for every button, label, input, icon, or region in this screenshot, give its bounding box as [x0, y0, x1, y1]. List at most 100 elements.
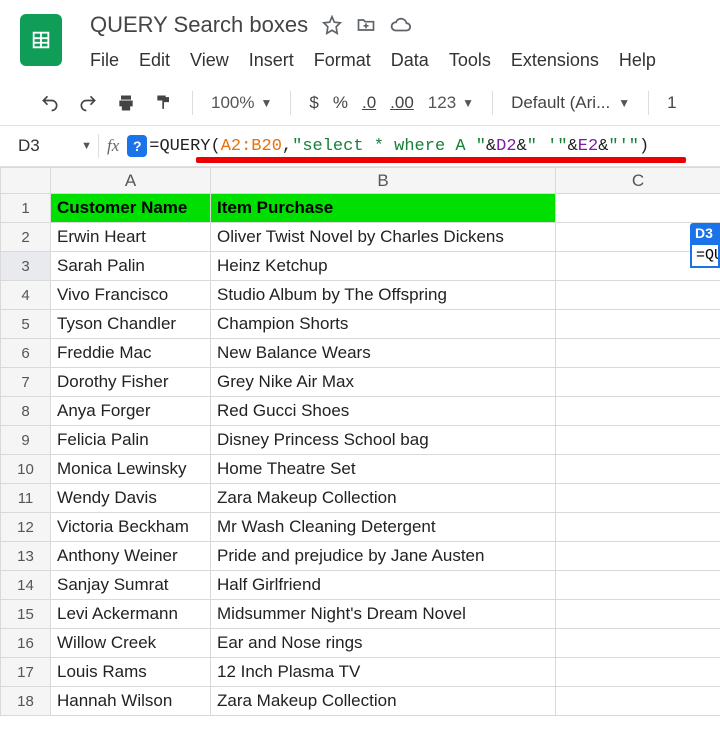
font-size-input[interactable]: 1: [667, 93, 676, 113]
print-icon[interactable]: [116, 93, 136, 113]
cell[interactable]: Heinz Ketchup: [211, 252, 556, 281]
table-row[interactable]: 14Sanjay SumratHalf Girlfriend: [1, 571, 720, 600]
table-row[interactable]: 12Victoria BeckhamMr Wash Cleaning Deter…: [1, 513, 720, 542]
cell[interactable]: Studio Album by The Offspring: [211, 281, 556, 310]
cell[interactable]: [556, 455, 720, 484]
menu-tools[interactable]: Tools: [449, 50, 491, 71]
format-percent-button[interactable]: %: [333, 93, 348, 113]
row-header[interactable]: 2: [1, 223, 51, 252]
table-row[interactable]: 2Erwin HeartOliver Twist Novel by Charle…: [1, 223, 720, 252]
table-row[interactable]: 18Hannah WilsonZara Makeup Collection: [1, 687, 720, 716]
cell[interactable]: [556, 687, 720, 716]
cell[interactable]: Freddie Mac: [51, 339, 211, 368]
cell[interactable]: Dorothy Fisher: [51, 368, 211, 397]
cell[interactable]: New Balance Wears: [211, 339, 556, 368]
row-header[interactable]: 3: [1, 252, 51, 281]
cell[interactable]: 12 Inch Plasma TV: [211, 658, 556, 687]
cell[interactable]: [556, 629, 720, 658]
number-format-select[interactable]: 123 ▼: [428, 93, 474, 113]
table-row[interactable]: 13Anthony WeinerPride and prejudice by J…: [1, 542, 720, 571]
cell[interactable]: Red Gucci Shoes: [211, 397, 556, 426]
cell[interactable]: [556, 484, 720, 513]
row-header[interactable]: 4: [1, 281, 51, 310]
col-header-A[interactable]: A: [51, 168, 211, 194]
table-row[interactable]: 15Levi AckermannMidsummer Night's Dream …: [1, 600, 720, 629]
row-header[interactable]: 15: [1, 600, 51, 629]
table-row[interactable]: 8Anya ForgerRed Gucci Shoes: [1, 397, 720, 426]
select-all-corner[interactable]: [1, 168, 51, 194]
cell[interactable]: Zara Makeup Collection: [211, 484, 556, 513]
decrease-decimal-button[interactable]: .0: [362, 93, 376, 113]
cell[interactable]: [556, 571, 720, 600]
row-header[interactable]: 5: [1, 310, 51, 339]
zoom-select[interactable]: 100% ▼: [211, 93, 272, 113]
doc-title[interactable]: QUERY Search boxes: [90, 12, 308, 38]
name-box[interactable]: D3 ▼: [8, 132, 98, 160]
cell[interactable]: Victoria Beckham: [51, 513, 211, 542]
table-row[interactable]: 11Wendy DavisZara Makeup Collection: [1, 484, 720, 513]
cell[interactable]: Oliver Twist Novel by Charles Dickens: [211, 223, 556, 252]
cell[interactable]: Zara Makeup Collection: [211, 687, 556, 716]
row-header[interactable]: 12: [1, 513, 51, 542]
row-header[interactable]: 10: [1, 455, 51, 484]
cell[interactable]: Levi Ackermann: [51, 600, 211, 629]
cell[interactable]: [556, 397, 720, 426]
row-header[interactable]: 1: [1, 194, 51, 223]
cell[interactable]: [556, 658, 720, 687]
menu-extensions[interactable]: Extensions: [511, 50, 599, 71]
row-header[interactable]: 17: [1, 658, 51, 687]
increase-decimal-button[interactable]: .00: [390, 93, 414, 113]
cell[interactable]: [556, 310, 720, 339]
cell[interactable]: Felicia Palin: [51, 426, 211, 455]
cell[interactable]: Louis Rams: [51, 658, 211, 687]
editing-cell-overlay[interactable]: D3 =QU: [690, 223, 720, 268]
table-row[interactable]: 5Tyson ChandlerChampion Shorts: [1, 310, 720, 339]
cell[interactable]: Mr Wash Cleaning Detergent: [211, 513, 556, 542]
menu-file[interactable]: File: [90, 50, 119, 71]
table-row[interactable]: 1Customer NameItem Purchase: [1, 194, 720, 223]
cell[interactable]: [556, 194, 720, 223]
cell[interactable]: Midsummer Night's Dream Novel: [211, 600, 556, 629]
table-row[interactable]: 4Vivo FranciscoStudio Album by The Offsp…: [1, 281, 720, 310]
cell[interactable]: Pride and prejudice by Jane Austen: [211, 542, 556, 571]
table-row[interactable]: 7Dorothy FisherGrey Nike Air Max: [1, 368, 720, 397]
row-header[interactable]: 14: [1, 571, 51, 600]
row-header[interactable]: 11: [1, 484, 51, 513]
cell[interactable]: Item Purchase: [211, 194, 556, 223]
table-row[interactable]: 6Freddie MacNew Balance Wears: [1, 339, 720, 368]
row-header[interactable]: 13: [1, 542, 51, 571]
cell[interactable]: Willow Creek: [51, 629, 211, 658]
row-header[interactable]: 16: [1, 629, 51, 658]
spreadsheet-grid[interactable]: A B C 1Customer NameItem Purchase2Erwin …: [0, 167, 720, 716]
menu-insert[interactable]: Insert: [249, 50, 294, 71]
format-currency-button[interactable]: $: [309, 93, 318, 113]
cell[interactable]: [556, 513, 720, 542]
paint-format-icon[interactable]: [154, 93, 174, 113]
table-row[interactable]: 3Sarah PalinHeinz Ketchup: [1, 252, 720, 281]
cell[interactable]: [556, 600, 720, 629]
cell[interactable]: [556, 368, 720, 397]
cell[interactable]: [556, 426, 720, 455]
formula-help-icon[interactable]: ?: [127, 135, 147, 157]
row-header[interactable]: 18: [1, 687, 51, 716]
table-row[interactable]: 16Willow CreekEar and Nose rings: [1, 629, 720, 658]
cell[interactable]: Customer Name: [51, 194, 211, 223]
cell[interactable]: [556, 542, 720, 571]
cell[interactable]: Home Theatre Set: [211, 455, 556, 484]
menu-data[interactable]: Data: [391, 50, 429, 71]
cell[interactable]: Hannah Wilson: [51, 687, 211, 716]
cell[interactable]: Anya Forger: [51, 397, 211, 426]
font-select[interactable]: Default (Ari... ▼: [511, 93, 630, 113]
cell[interactable]: Vivo Francisco: [51, 281, 211, 310]
menu-edit[interactable]: Edit: [139, 50, 170, 71]
cell[interactable]: Anthony Weiner: [51, 542, 211, 571]
cell-edit-input[interactable]: =QU: [690, 243, 720, 268]
cell[interactable]: Disney Princess School bag: [211, 426, 556, 455]
sheets-logo-icon[interactable]: [20, 14, 62, 66]
col-header-C[interactable]: C: [556, 168, 720, 194]
menu-view[interactable]: View: [190, 50, 229, 71]
undo-icon[interactable]: [40, 93, 60, 113]
row-header[interactable]: 7: [1, 368, 51, 397]
table-row[interactable]: 17Louis Rams12 Inch Plasma TV: [1, 658, 720, 687]
cell[interactable]: Tyson Chandler: [51, 310, 211, 339]
